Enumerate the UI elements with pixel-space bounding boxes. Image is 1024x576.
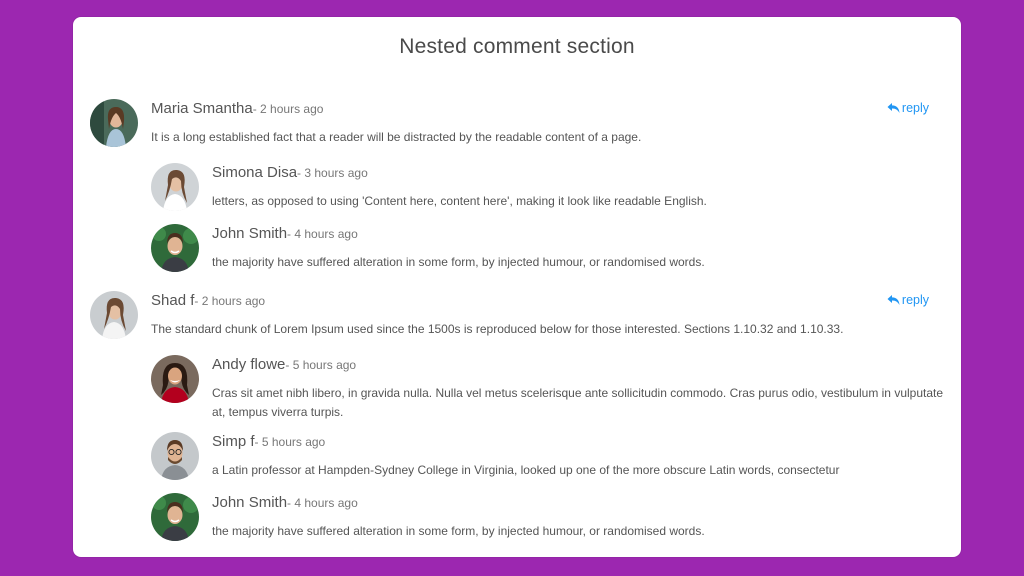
comment-time: - 5 hours ago bbox=[254, 435, 326, 449]
avatar[interactable] bbox=[151, 355, 199, 403]
comment-text: a Latin professor at Hampden-Sydney Coll… bbox=[212, 463, 840, 477]
comment-author[interactable]: Simona Disa bbox=[212, 164, 297, 181]
reply-label: reply bbox=[901, 293, 929, 307]
reply-comment: John Smith- 4 hours ago the majority hav… bbox=[151, 224, 945, 274]
comment-author[interactable]: Shad f bbox=[151, 292, 194, 309]
reply-comment: Simp f- 5 hours ago a Latin professor at… bbox=[151, 432, 945, 482]
comment-time: - 3 hours ago bbox=[297, 166, 368, 180]
page-title: Nested comment section bbox=[399, 35, 635, 58]
comment-header: Simona Disa- 3 hours ago bbox=[212, 164, 368, 182]
comment-header: Simp f- 5 hours ago bbox=[212, 433, 325, 451]
reply-label: reply bbox=[901, 101, 929, 115]
comment-text: letters, as opposed to using 'Content he… bbox=[212, 194, 707, 208]
comment-header: Shad f- 2 hours ago bbox=[151, 292, 265, 310]
reply-button[interactable]: reply bbox=[887, 101, 929, 115]
comment-time: - 4 hours ago bbox=[287, 227, 358, 241]
reply-comment: Andy flowe- 5 hours ago Cras sit amet ni… bbox=[151, 355, 945, 421]
comment-text: It is a long established fact that a rea… bbox=[151, 130, 642, 144]
comment-author[interactable]: Simp f bbox=[212, 433, 255, 450]
comment-time: - 5 hours ago bbox=[285, 358, 357, 372]
comment-author[interactable]: Maria Smantha bbox=[151, 100, 253, 117]
comment-text: the majority have suffered alteration in… bbox=[212, 255, 705, 269]
comment-time: - 4 hours ago bbox=[287, 496, 358, 510]
comment-author[interactable]: John Smith bbox=[212, 494, 287, 511]
reply-comment: Simona Disa- 3 hours ago letters, as opp… bbox=[151, 163, 945, 213]
comment-text: Cras sit amet nibh libero, in gravida nu… bbox=[212, 386, 944, 419]
comment: Maria Smantha- 2 hours ago It is a long … bbox=[90, 99, 945, 149]
avatar[interactable] bbox=[151, 224, 199, 272]
comment-header: Maria Smantha- 2 hours ago bbox=[151, 100, 323, 118]
reply-icon bbox=[887, 295, 900, 305]
comment-time: - 2 hours ago bbox=[194, 294, 266, 308]
avatar[interactable] bbox=[90, 99, 138, 147]
comment-time: - 2 hours ago bbox=[252, 102, 324, 116]
comment-section-card: Nested comment section Maria Smantha- 2 … bbox=[73, 17, 961, 557]
comment-header: Andy flowe- 5 hours ago bbox=[212, 356, 356, 374]
comment-author[interactable]: John Smith bbox=[212, 225, 287, 242]
comment: Shad f- 2 hours ago The standard chunk o… bbox=[90, 291, 945, 341]
comment-author[interactable]: Andy flowe bbox=[212, 356, 285, 373]
comment-header: John Smith- 4 hours ago bbox=[212, 494, 358, 512]
avatar[interactable] bbox=[90, 291, 138, 339]
reply-comment: John Smith- 4 hours ago the majority hav… bbox=[151, 493, 945, 543]
comment-header: John Smith- 4 hours ago bbox=[212, 225, 358, 243]
avatar[interactable] bbox=[151, 432, 199, 480]
reply-icon bbox=[887, 103, 900, 113]
avatar[interactable] bbox=[151, 493, 199, 541]
reply-button[interactable]: reply bbox=[887, 293, 929, 307]
avatar[interactable] bbox=[151, 163, 199, 211]
comment-text: The standard chunk of Lorem Ipsum used s… bbox=[151, 322, 844, 336]
comment-text: the majority have suffered alteration in… bbox=[212, 524, 705, 538]
